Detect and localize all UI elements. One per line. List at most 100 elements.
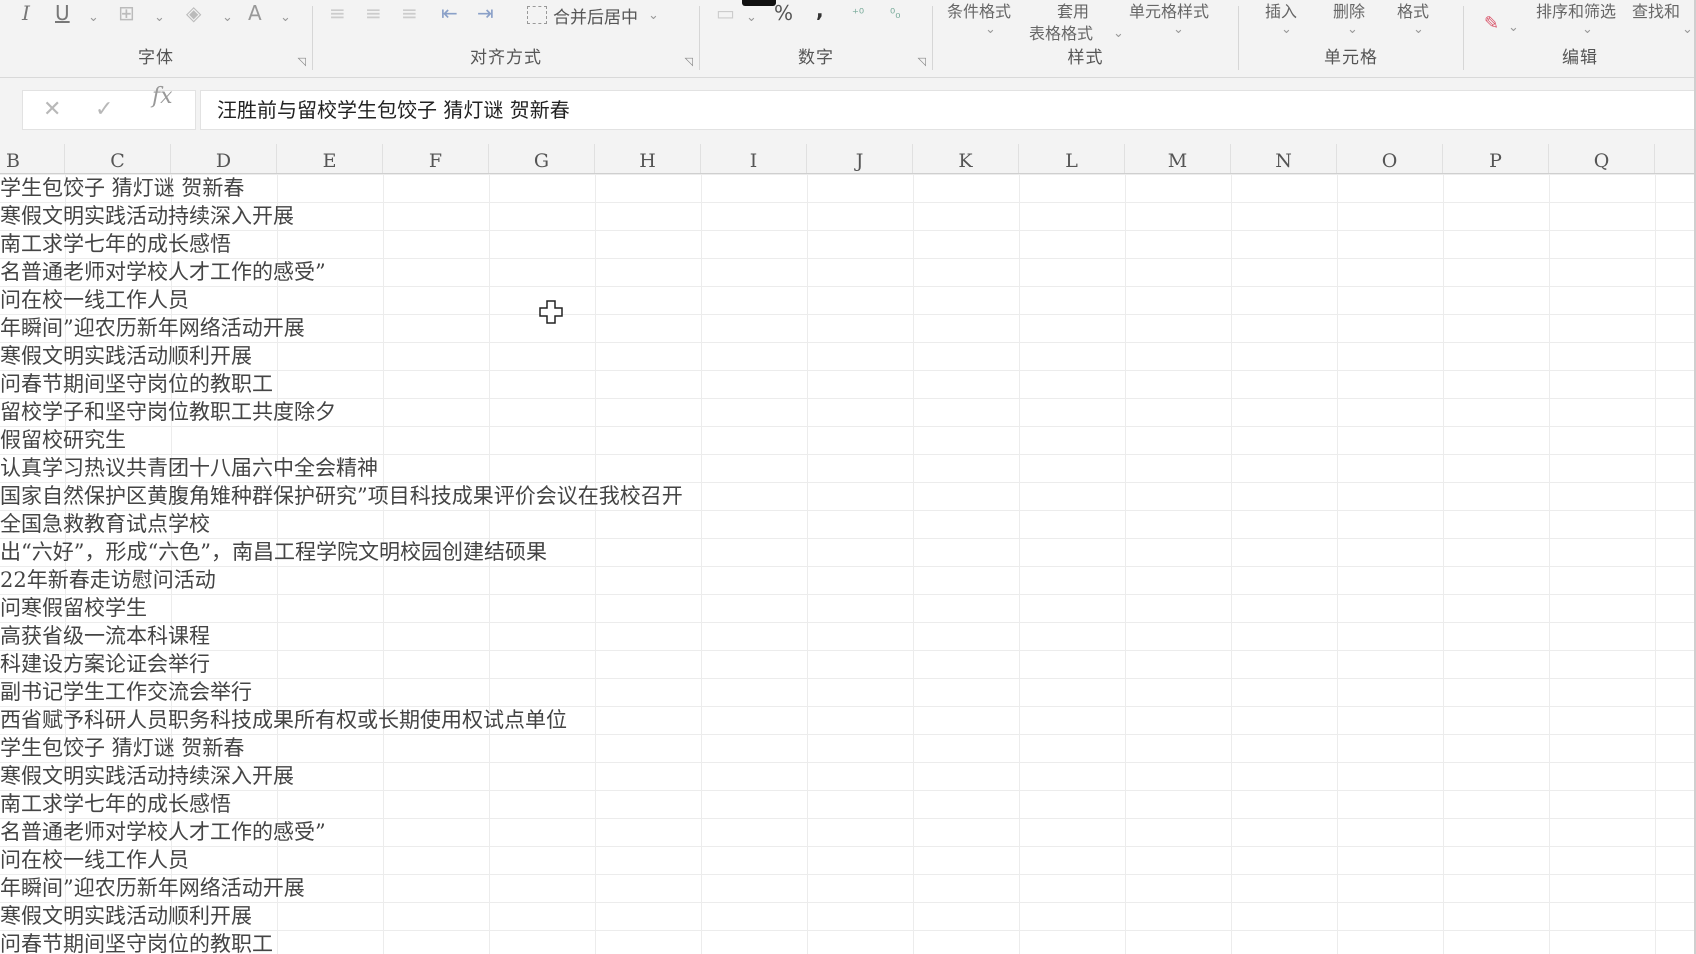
cell-row[interactable]: 寒假文明实践活动顺利开展 xyxy=(0,902,252,930)
cell-row[interactable]: 科建设方案论证会举行 xyxy=(0,650,210,678)
column-header-g[interactable]: G xyxy=(489,144,595,173)
align-left-icon[interactable]: ≡ xyxy=(329,3,346,23)
cell-row[interactable]: 高获省级一流本科课程 xyxy=(0,622,210,650)
cell-row[interactable]: 寒假文明实践活动顺利开展 xyxy=(0,342,252,370)
number-format-box[interactable] xyxy=(742,0,776,6)
cell-style-button[interactable]: 单元格样式 xyxy=(1129,0,1209,22)
sort-filter-button[interactable]: 排序和筛选 xyxy=(1536,0,1616,22)
cell-row[interactable]: 全国急救教育试点学校 xyxy=(0,510,210,538)
find-select-button[interactable]: 查找和 xyxy=(1632,0,1680,22)
merge-center-button[interactable]: 合并后居中 ⌄ xyxy=(527,4,659,28)
comma-button[interactable]: , xyxy=(816,0,824,20)
cell-row[interactable]: 问寒假留校学生 xyxy=(0,594,147,622)
cell-row[interactable]: 南工求学七年的成长感悟 xyxy=(0,230,231,258)
align-right-icon[interactable]: ≡ xyxy=(401,3,418,23)
cell-row[interactable]: 名普通老师对学校人才工作的感受” xyxy=(0,818,326,846)
fill-dropdown-icon[interactable]: ⌄ xyxy=(222,8,233,28)
column-header-i[interactable]: I xyxy=(701,144,807,173)
insert-function-button[interactable]: fx xyxy=(152,84,173,109)
column-header-j[interactable]: J xyxy=(807,144,913,173)
currency-icon[interactable]: ▭ xyxy=(716,3,735,23)
cell-row[interactable]: 寒假文明实践活动持续深入开展 xyxy=(0,762,294,790)
font-group: I U ⌄ ⊞ ⌄ ◈ ⌄ A ⌄ 字体 ◹ xyxy=(0,0,312,76)
format-button[interactable]: 格式 xyxy=(1397,0,1429,22)
border-dropdown-icon[interactable]: ⌄ xyxy=(154,8,165,28)
conditional-format-dropdown-icon[interactable]: ⌄ xyxy=(985,20,996,40)
fill-color-icon[interactable]: ◈ xyxy=(186,3,201,23)
number-group: ▭ ⌄ % , ⁺⁰ ⁰₀ 数字 ◹ xyxy=(700,0,932,76)
cancel-icon[interactable]: ✕ xyxy=(43,97,61,122)
column-header-c[interactable]: C xyxy=(65,144,171,173)
alignment-dialog-launcher-icon[interactable]: ◹ xyxy=(685,55,693,68)
decrease-decimal-icon[interactable]: ⁰₀ xyxy=(890,5,900,25)
cells-group-label: 单元格 xyxy=(1324,48,1378,68)
column-header-h[interactable]: H xyxy=(595,144,701,173)
formula-input[interactable]: 汪胜前与留校学生包饺子 猜灯谜 贺新春 xyxy=(200,90,1696,130)
delete-button[interactable]: 删除 xyxy=(1333,0,1365,22)
cell-row[interactable]: 认真学习热议共青团十八届六中全会精神 xyxy=(0,454,378,482)
column-header-o[interactable]: O xyxy=(1337,144,1443,173)
italic-button[interactable]: I xyxy=(22,3,30,23)
cross-cursor-icon xyxy=(539,300,563,324)
column-header-f[interactable]: F xyxy=(383,144,489,173)
conditional-format-button[interactable]: 条件格式 xyxy=(947,0,1011,22)
cell-row[interactable]: 年瞬间”迎农历新年网络活动开展 xyxy=(0,314,305,342)
column-header-l[interactable]: L xyxy=(1019,144,1125,173)
sort-filter-dropdown-icon[interactable]: ⌄ xyxy=(1582,20,1593,40)
cell-row[interactable]: 问在校一线工作人员 xyxy=(0,846,189,874)
delete-dropdown-icon[interactable]: ⌄ xyxy=(1347,20,1358,40)
cell-grid[interactable]: 学生包饺子 猜灯谜 贺新春 寒假文明实践活动持续深入开展 南工求学七年的成长感悟 名普… xyxy=(0,174,1696,954)
cell-row[interactable]: 年瞬间”迎农历新年网络活动开展 xyxy=(0,874,305,902)
increase-indent-icon[interactable]: ⇥ xyxy=(477,3,494,23)
column-header-d[interactable]: D xyxy=(171,144,277,173)
cell-row[interactable]: 学生包饺子 猜灯谜 贺新春 xyxy=(0,174,244,202)
cell-row[interactable]: 留校学子和坚守岗位教职工共度除夕 xyxy=(0,398,336,426)
table-format-dropdown-icon[interactable]: ⌄ xyxy=(1113,24,1124,44)
clear-eraser-icon[interactable]: ✎ xyxy=(1484,14,1499,34)
cell-row[interactable]: 名普通老师对学校人才工作的感受” xyxy=(0,258,326,286)
column-header-n[interactable]: N xyxy=(1231,144,1337,173)
cell-row[interactable]: 副书记学生工作交流会举行 xyxy=(0,678,252,706)
enter-icon[interactable]: ✓ xyxy=(95,97,113,122)
decrease-indent-icon[interactable]: ⇤ xyxy=(441,3,458,23)
cell-row[interactable]: 问在校一线工作人员 xyxy=(0,286,189,314)
column-header-k[interactable]: K xyxy=(913,144,1019,173)
column-header-b[interactable]: B xyxy=(0,144,65,173)
currency-dropdown-icon[interactable]: ⌄ xyxy=(746,8,757,28)
cell-row[interactable]: 问春节期间坚守岗位的教职工 xyxy=(0,370,273,398)
font-dialog-launcher-icon[interactable]: ◹ xyxy=(298,55,306,68)
align-center-icon[interactable]: ≡ xyxy=(365,3,382,23)
cell-row[interactable]: 寒假文明实践活动持续深入开展 xyxy=(0,202,294,230)
cell-row[interactable]: 假留校研究生 xyxy=(0,426,126,454)
insert-dropdown-icon[interactable]: ⌄ xyxy=(1281,20,1292,40)
number-dialog-launcher-icon[interactable]: ◹ xyxy=(918,55,926,68)
insert-button[interactable]: 插入 xyxy=(1265,0,1297,22)
cell-row[interactable]: 22年新春走访慰问活动 xyxy=(0,566,216,594)
cell-style-dropdown-icon[interactable]: ⌄ xyxy=(1173,20,1184,40)
cell-row[interactable]: 西省赋予科研人员职务科技成果所有权或长期使用权试点单位 xyxy=(0,706,567,734)
increase-decimal-icon[interactable]: ⁺⁰ xyxy=(852,5,864,25)
cell-row[interactable]: 问春节期间坚守岗位的教职工 xyxy=(0,930,273,954)
cell-row[interactable]: 出“六好”，形成“六色”，南昌工程学院文明校园创建结硕果 xyxy=(0,538,547,566)
cell-row[interactable]: 学生包饺子 猜灯谜 贺新春 xyxy=(0,734,244,762)
column-header-p[interactable]: P xyxy=(1443,144,1549,173)
merge-center-label: 合并后居中 xyxy=(553,7,638,28)
format-dropdown-icon[interactable]: ⌄ xyxy=(1413,20,1424,40)
border-icon[interactable]: ⊞ xyxy=(118,3,135,23)
table-format-top-label[interactable]: 套用 xyxy=(1057,0,1089,22)
font-color-button[interactable]: A xyxy=(248,3,262,23)
clear-dropdown-icon[interactable]: ⌄ xyxy=(1508,18,1519,38)
underline-dropdown-icon[interactable]: ⌄ xyxy=(88,8,99,28)
merge-dropdown-icon: ⌄ xyxy=(648,7,659,23)
column-header-m[interactable]: M xyxy=(1125,144,1231,173)
underline-button[interactable]: U xyxy=(55,3,70,23)
find-select-dropdown-icon[interactable]: ⌄ xyxy=(1682,20,1693,40)
column-header-q[interactable]: Q xyxy=(1549,144,1655,173)
percent-button[interactable]: % xyxy=(774,3,793,23)
editing-group-label: 编辑 xyxy=(1562,48,1598,68)
table-format-button[interactable]: 表格格式 xyxy=(1029,20,1093,44)
cell-row[interactable]: 国家自然保护区黄腹角雉种群保护研究”项目科技成果评价会议在我校召开 xyxy=(0,482,683,510)
column-header-e[interactable]: E xyxy=(277,144,383,173)
font-color-dropdown-icon[interactable]: ⌄ xyxy=(280,8,291,28)
cell-row[interactable]: 南工求学七年的成长感悟 xyxy=(0,790,231,818)
